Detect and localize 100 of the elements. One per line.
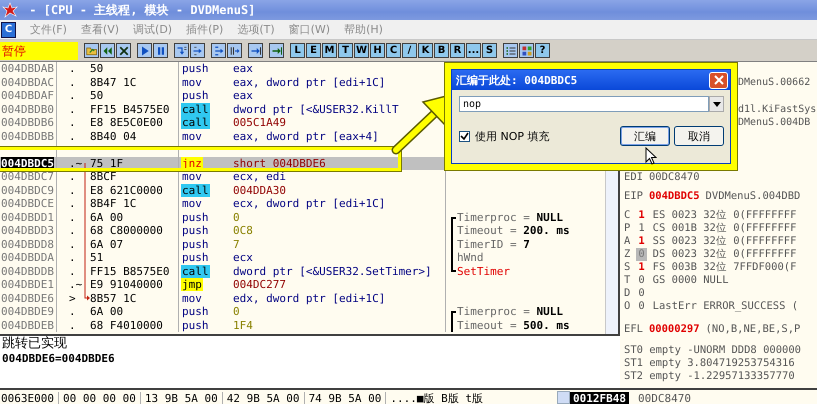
address-text: 004DBDD8: [1, 238, 54, 250]
flag-value[interactable]: 1: [636, 235, 647, 248]
toolbar-button[interactable]: [519, 43, 534, 58]
toolbar-button[interactable]: C: [386, 43, 401, 58]
step-arrow-icon: [176, 44, 188, 56]
toolbar-button[interactable]: T: [338, 43, 353, 58]
toolbar-button[interactable]: [153, 43, 168, 58]
toolbar-button[interactable]: M: [322, 43, 337, 58]
register-name: EFL: [624, 323, 643, 336]
address-text: 004DBDB6: [1, 116, 54, 129]
hex-bytes: 68 C8000000: [90, 224, 163, 237]
dialog-button[interactable]: 取消: [674, 126, 724, 146]
toolbar-button[interactable]: [100, 43, 115, 58]
jump-sign: .: [68, 170, 76, 183]
address-text: 004DBDD1: [1, 210, 54, 224]
flag-name: D: [624, 287, 630, 300]
close-button[interactable]: [709, 72, 728, 88]
toolbar-button[interactable]: [137, 43, 152, 58]
hex-bytes: 8B47 1C: [90, 76, 136, 88]
comment-text: TimerID = 7: [457, 238, 530, 251]
toolbar-button[interactable]: [269, 43, 284, 58]
register-text: DMenuS.00662: [738, 76, 810, 89]
fill-checkbox[interactable]: [459, 130, 470, 142]
operand-text: 004DDA30: [233, 184, 286, 196]
register-text: DMenuS.004DB: [738, 116, 810, 129]
code-row[interactable]: 004DBDDB . FF15 B8575E0 call dword ptr [<&USER32.SetTimer>] SetTimer: [0, 264, 605, 278]
window-menu-icon[interactable]: C: [1, 22, 16, 38]
flag-name: P: [624, 222, 630, 235]
code-row[interactable]: 004DBDE1 .~ E9 91040000 jmp 004DC277: [0, 278, 605, 292]
flag-value[interactable]: 1: [636, 222, 647, 235]
mnemonic: mov: [181, 292, 203, 304]
toolbar-button[interactable]: ...: [466, 43, 481, 58]
jump-sign: .: [68, 318, 76, 332]
operand-text: 0C8: [233, 224, 253, 237]
flag-value[interactable]: 0: [636, 287, 647, 300]
toolbar-button[interactable]: [116, 43, 131, 58]
toolbar-button[interactable]: [84, 43, 99, 58]
flag-value[interactable]: 0: [636, 274, 647, 287]
toolbar-button[interactable]: K: [418, 43, 433, 58]
close-icon: [714, 75, 724, 85]
flag-name: C: [624, 209, 630, 222]
goto-arrow-icon: [270, 44, 282, 56]
return-arrow-icon: [250, 44, 262, 56]
flag-value[interactable]: 1: [636, 209, 647, 222]
register-text: d1l.KiFastSys: [738, 103, 816, 116]
flag-value[interactable]: 0: [636, 300, 647, 313]
assembly-input[interactable]: nop: [459, 96, 709, 112]
dropdown-button[interactable]: [709, 96, 724, 112]
toolbar-button[interactable]: [190, 43, 205, 58]
toolbar-button[interactable]: W: [354, 43, 369, 58]
toolbar-button[interactable]: [248, 43, 263, 58]
dialog-button[interactable]: 汇编: [620, 126, 670, 146]
mnemonic: push: [181, 238, 210, 250]
hex-bytes: 6A 07: [90, 238, 124, 250]
address-text: 004DBDE1: [1, 278, 54, 291]
code-row[interactable]: 004DBDC9 . E8 621C0000 call 004DDA30: [0, 184, 605, 197]
toolbar-button[interactable]: B: [434, 43, 449, 58]
toolbar-button[interactable]: [227, 43, 242, 58]
operand-text: 005C1A49: [233, 116, 286, 129]
toolbar-button[interactable]: [211, 43, 226, 58]
address-text: 004DBDDB: [1, 264, 54, 278]
dump-bytes: 13 9B 5A 00: [140, 392, 223, 404]
address-text: 004DBDC5: [1, 156, 54, 170]
toolbar-button[interactable]: [174, 43, 189, 58]
toolbar-button[interactable]: H: [370, 43, 385, 58]
address-text: 004DBDAB: [1, 62, 54, 75]
register-note: (NO,B,NE,BE,S,P: [706, 323, 800, 336]
mnemonic: push: [181, 251, 210, 264]
jump-sign: .: [68, 238, 76, 250]
segment-text: SS 0023 32位 0(FFFFFFFF: [652, 235, 796, 248]
operand-text: ecx, dword ptr [edi+1C]: [233, 197, 386, 210]
address-text: 004DBDEB: [1, 318, 54, 332]
stack-address[interactable]: 00DC8470: [634, 392, 694, 404]
comment-text: Timerproc = NULL: [457, 305, 563, 318]
fpu-register-text: ST1 empty 3.804719253754316: [624, 357, 795, 370]
hex-bytes: FF15 B8575E0: [90, 264, 170, 278]
operand-text: dword ptr [<&USER32.SetTimer>]: [233, 264, 432, 278]
toolbar-button[interactable]: E: [306, 43, 321, 58]
toolbar-button[interactable]: R: [450, 43, 465, 58]
address-text: 004DBDBB: [1, 130, 54, 142]
stack-address[interactable]: 0012FB48: [570, 392, 629, 404]
jump-sign: .: [68, 116, 76, 129]
toolbar-button[interactable]: /: [402, 43, 417, 58]
flag-value[interactable]: 1: [636, 261, 647, 274]
operand-text: ecx: [233, 251, 253, 264]
toolbar-button[interactable]: S: [482, 43, 497, 58]
toolbar-button[interactable]: L: [290, 43, 305, 58]
hex-bytes: 50: [90, 62, 104, 75]
rewind-icon: [102, 44, 114, 56]
operand-text: 7: [233, 238, 240, 250]
toolbar-button[interactable]: ?: [535, 43, 550, 58]
hex-bytes: FF15 B4575E0: [90, 102, 170, 116]
comment-text: Timerproc = NULL: [457, 210, 563, 224]
toolbar-button[interactable]: [503, 43, 518, 58]
flag-name: A: [624, 235, 630, 248]
address-text: 004DBDC9: [1, 184, 54, 196]
hex-bytes: 8BCF: [90, 170, 116, 183]
segment-text: DS 0023 32位 0(FFFFFFFF: [652, 248, 796, 261]
comment-text: Timeout = 200. ms: [457, 224, 570, 238]
mnemonic: push: [181, 318, 210, 332]
